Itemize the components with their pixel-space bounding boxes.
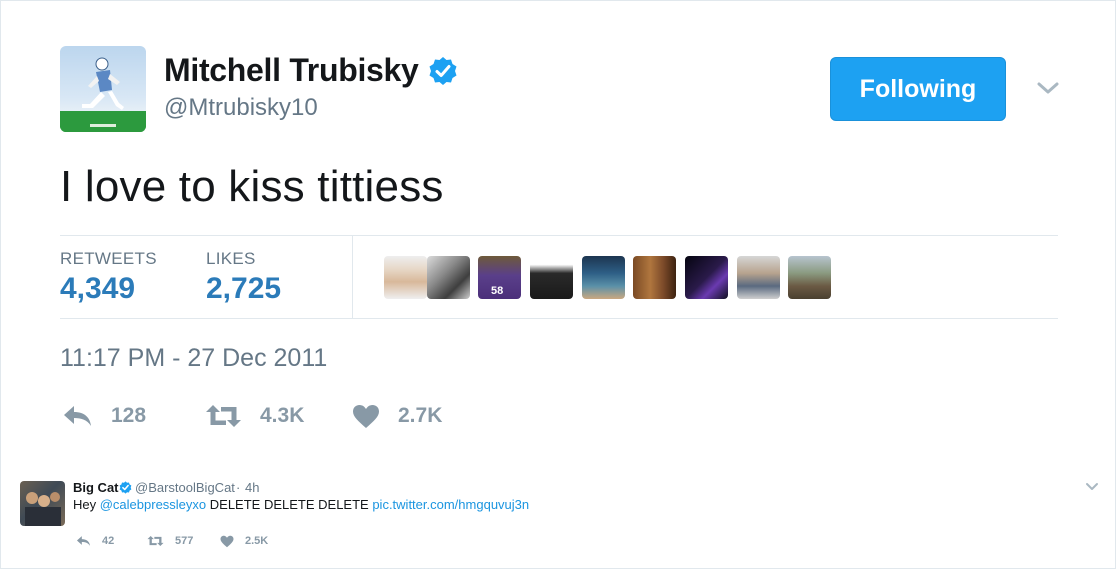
main-tweet: Mitchell Trubisky @Mtrubisky10 Following… [0, 0, 1118, 470]
liker-avatar[interactable] [633, 256, 676, 299]
retweet-button[interactable]: 4.3K [205, 400, 304, 432]
separator-dot: · [236, 480, 241, 495]
svg-text:58: 58 [491, 285, 503, 297]
chevron-down-icon[interactable] [1085, 481, 1099, 493]
reply-timestamp[interactable]: 4h [245, 480, 259, 495]
liker-avatar[interactable] [530, 256, 573, 299]
liker-avatar[interactable]: 58 [478, 256, 521, 299]
reply-author-avatar[interactable] [20, 481, 65, 526]
heart-icon [220, 535, 234, 547]
heart-icon [353, 404, 379, 428]
author-handle[interactable]: @Mtrubisky10 [164, 94, 318, 122]
retweets-count[interactable]: 4,349 [60, 272, 135, 306]
retweet-icon [147, 535, 164, 547]
reply-retweet-count: 577 [175, 535, 194, 547]
reply-text-middle: DELETE DELETE DELETE [206, 497, 373, 512]
author-name[interactable]: Mitchell Trubisky [164, 52, 419, 89]
liker-avatar[interactable] [582, 256, 625, 299]
divider [352, 236, 353, 318]
reply-text-prefix: Hey [73, 497, 100, 512]
tweet-text: I love to kiss tittiess [60, 162, 444, 211]
retweet-count: 4.3K [260, 404, 305, 427]
reply-retweet-button[interactable]: 577 [147, 533, 193, 549]
liker-avatar[interactable] [788, 256, 831, 299]
like-button[interactable]: 2.7K [352, 400, 442, 432]
verified-icon [119, 481, 132, 494]
likes-count[interactable]: 2,725 [206, 272, 281, 306]
author-avatar[interactable] [60, 46, 146, 132]
reply-author-name[interactable]: Big Cat [73, 480, 119, 495]
liker-avatar[interactable] [384, 256, 427, 299]
liker-avatar[interactable] [427, 256, 470, 299]
liker-avatar[interactable] [737, 256, 780, 299]
divider [60, 318, 1058, 319]
reply-icon [76, 536, 91, 546]
retweets-label[interactable]: RETWEETS [60, 249, 157, 269]
media-link[interactable]: pic.twitter.com/hmgquvuj3n [372, 497, 529, 512]
like-count: 2.7K [398, 404, 443, 427]
verified-icon [429, 57, 457, 85]
reply-reply-button[interactable]: 42 [76, 533, 114, 549]
reply-like-count: 2.5K [245, 535, 269, 547]
reply-count: 128 [111, 404, 147, 427]
retweet-icon [206, 405, 241, 427]
reply-icon [64, 406, 91, 426]
reply-text: Hey @calebpressleyxo DELETE DELETE DELET… [73, 497, 529, 512]
tweet-timestamp[interactable]: 11:17 PM - 27 Dec 2011 [60, 344, 327, 373]
chevron-down-icon[interactable] [1036, 78, 1060, 98]
reply-like-button[interactable]: 2.5K [220, 533, 268, 549]
reply-reply-count: 42 [102, 535, 115, 547]
likes-label[interactable]: LIKES [206, 249, 256, 269]
liker-avatar[interactable] [685, 256, 728, 299]
divider [60, 235, 1058, 236]
reply-author-handle[interactable]: @BarstoolBigCat [135, 480, 235, 495]
following-button[interactable]: Following [830, 57, 1006, 121]
reply-button[interactable]: 128 [62, 400, 146, 432]
mention-link[interactable]: @calebpressleyxo [100, 497, 206, 512]
